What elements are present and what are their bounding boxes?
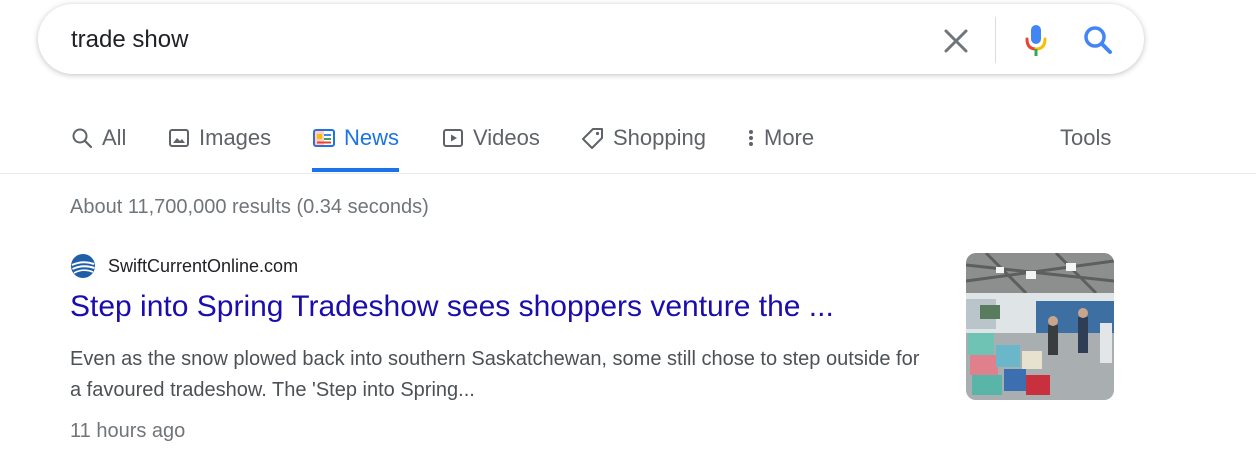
tab-more-label: More <box>764 125 815 150</box>
clear-search-button[interactable] <box>938 23 974 59</box>
tab-all[interactable]: All <box>70 110 126 172</box>
result-source[interactable]: SwiftCurrentOnline.com <box>70 253 298 279</box>
search-input[interactable] <box>71 25 931 55</box>
news-result: SwiftCurrentOnline.com Step into Spring … <box>70 250 1114 450</box>
microphone-icon <box>1025 25 1047 56</box>
search-bar-divider <box>995 17 996 63</box>
result-stats: About 11,700,000 results (0.34 seconds) <box>70 196 429 218</box>
search-icon <box>1084 26 1112 54</box>
source-name: SwiftCurrentOnline.com <box>108 255 299 276</box>
result-snippet: Even as the snow plowed back into southe… <box>70 348 920 401</box>
image-icon <box>169 129 189 147</box>
search-bar <box>38 4 1144 74</box>
tab-news[interactable]: News <box>312 110 400 172</box>
result-timestamp: 11 hours ago <box>70 420 186 442</box>
tag-icon <box>582 128 603 149</box>
tab-videos-label: Videos <box>473 125 540 150</box>
voice-search-button[interactable] <box>1016 20 1056 60</box>
close-icon <box>944 29 968 53</box>
tradeshow-photo-icon <box>966 253 1114 400</box>
search-tabs: All Images News Videos Shopping More Too… <box>0 110 1256 174</box>
tools-button[interactable]: Tools <box>1060 110 1111 172</box>
tab-shopping-label: Shopping <box>613 125 706 150</box>
tab-videos[interactable]: Videos <box>441 110 540 172</box>
tab-images-label: Images <box>199 125 272 150</box>
play-icon <box>443 129 463 147</box>
more-vert-icon <box>749 130 753 146</box>
tab-more[interactable]: More <box>746 110 814 172</box>
tab-news-label: News <box>344 125 400 150</box>
tools-label: Tools <box>1060 125 1112 150</box>
tab-all-label: All <box>102 125 127 150</box>
tab-shopping[interactable]: Shopping <box>581 110 706 172</box>
news-icon <box>313 129 335 147</box>
result-thumbnail[interactable] <box>966 253 1114 400</box>
result-title-link[interactable]: Step into Spring Tradeshow sees shoppers… <box>70 290 834 324</box>
site-favicon-icon <box>71 254 95 278</box>
tab-images[interactable]: Images <box>167 110 271 172</box>
tabs-divider <box>0 173 1256 174</box>
search-icon <box>72 128 93 149</box>
search-submit-button[interactable] <box>1078 20 1118 60</box>
